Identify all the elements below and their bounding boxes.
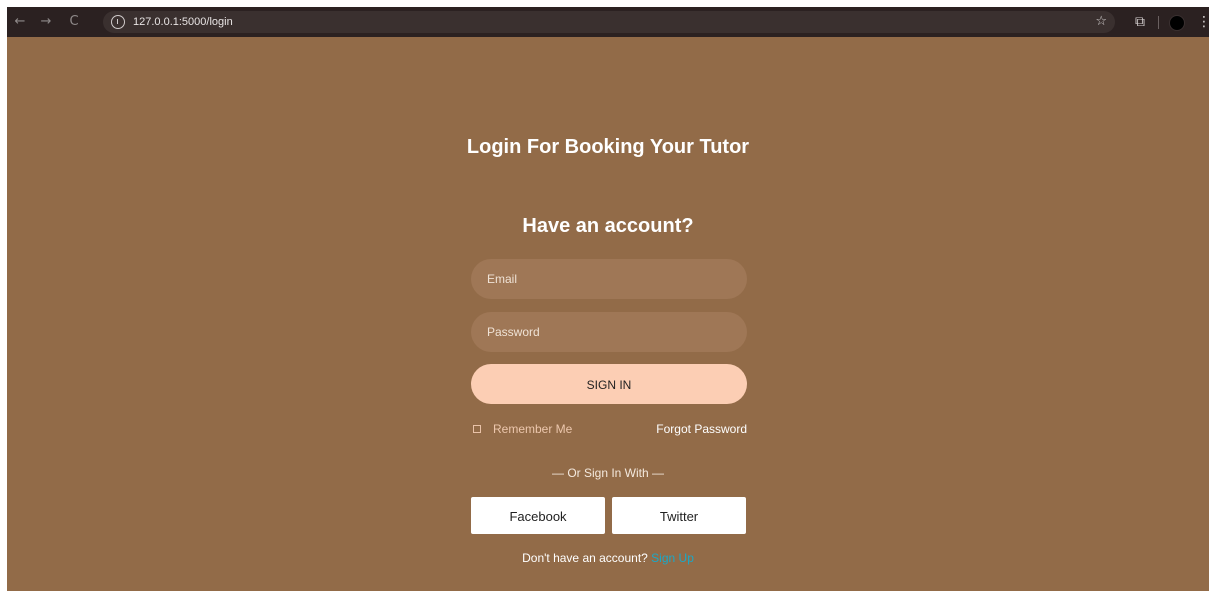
browser-menu-icon[interactable]: ⋮ — [1197, 14, 1209, 30]
sign-up-link[interactable]: Sign Up — [651, 551, 694, 565]
profile-avatar-icon[interactable] — [1169, 15, 1185, 31]
twitter-button[interactable]: Twitter — [612, 497, 746, 534]
password-field[interactable] — [471, 312, 747, 352]
remember-me-checkbox[interactable] — [473, 425, 481, 433]
extensions-icon[interactable]: ⧉ — [1131, 13, 1149, 31]
remember-me-option[interactable]: Remember Me — [473, 420, 572, 438]
url-text[interactable]: 127.0.0.1:5000/login — [133, 15, 233, 29]
toolbar-divider — [1158, 16, 1159, 29]
page-title: Login For Booking Your Tutor — [466, 136, 750, 158]
forward-arrow-icon[interactable]: → — [37, 13, 55, 31]
email-field[interactable] — [471, 259, 747, 299]
reload-icon[interactable]: C — [65, 13, 83, 31]
browser-toolbar: ← → C 127.0.0.1:5000/login ☆ ⧉ ⋮ — [7, 7, 1209, 37]
facebook-button[interactable]: Facebook — [471, 497, 605, 534]
browser-window: ← → C 127.0.0.1:5000/login ☆ ⧉ ⋮ Login F… — [7, 7, 1209, 591]
address-bar[interactable]: 127.0.0.1:5000/login ☆ — [103, 11, 1115, 33]
signup-prompt: Don't have an account? Sign Up — [7, 550, 1209, 566]
forgot-password-link[interactable]: Forgot Password — [647, 420, 747, 438]
or-sign-in-with-divider: — Or Sign In With — — [551, 466, 665, 480]
remember-me-label: Remember Me — [493, 422, 573, 436]
back-arrow-icon[interactable]: ← — [11, 13, 29, 31]
bookmark-star-icon[interactable]: ☆ — [1095, 14, 1107, 30]
no-account-text: Don't have an account? — [522, 551, 648, 565]
sign-in-button[interactable]: SIGN IN — [471, 364, 747, 404]
form-heading: Have an account? — [522, 215, 694, 237]
site-info-icon[interactable] — [111, 15, 125, 29]
